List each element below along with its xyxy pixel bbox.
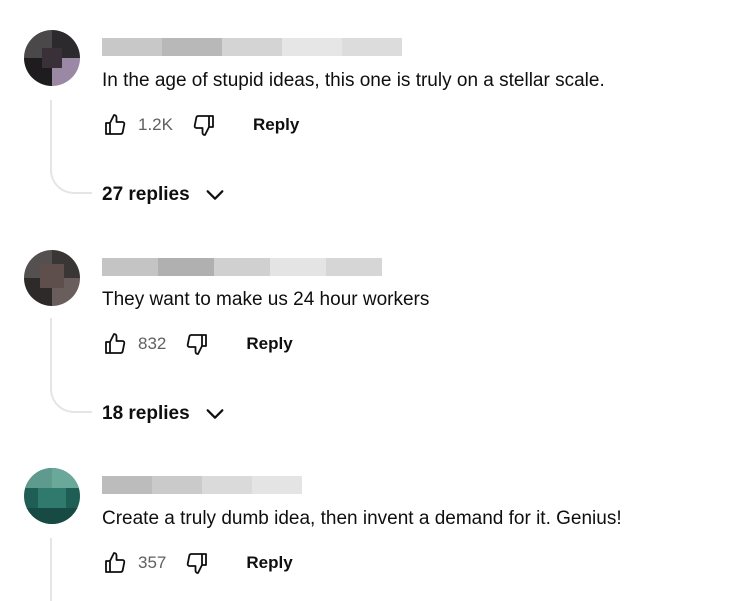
- avatar[interactable]: [24, 250, 80, 306]
- thumb-up-icon[interactable]: [102, 331, 128, 357]
- view-replies-button[interactable]: 18 replies: [102, 403, 226, 425]
- thumb-up-icon[interactable]: [102, 550, 128, 576]
- replies-count-label: 18 replies: [102, 403, 190, 424]
- like-count: 357: [138, 553, 167, 572]
- reply-button[interactable]: Reply: [246, 553, 292, 573]
- comment-text: In the age of stupid ideas, this one is …: [102, 70, 605, 91]
- replies-count-label: 27 replies: [102, 184, 190, 205]
- author-name-blurred[interactable]: [102, 38, 402, 56]
- view-replies-button[interactable]: 27 replies: [102, 184, 226, 206]
- thumb-down-icon[interactable]: [191, 112, 217, 138]
- thumb-up-icon[interactable]: [102, 112, 128, 138]
- avatar[interactable]: [24, 468, 80, 524]
- thumb-down-icon[interactable]: [184, 331, 210, 357]
- comment-text: Create a truly dumb idea, then invent a …: [102, 508, 622, 529]
- comment-actions: 832 Reply: [102, 329, 293, 359]
- thread-line: [50, 318, 92, 413]
- avatar[interactable]: [24, 30, 80, 86]
- author-name-blurred[interactable]: [102, 476, 302, 494]
- chevron-down-icon: [204, 184, 226, 206]
- chevron-down-icon: [204, 403, 226, 425]
- like-count: 832: [138, 334, 167, 353]
- thread-line: [50, 538, 52, 601]
- author-name-blurred[interactable]: [102, 258, 382, 276]
- reply-button[interactable]: Reply: [246, 334, 292, 354]
- reply-button[interactable]: Reply: [253, 115, 299, 135]
- thumb-down-icon[interactable]: [184, 550, 210, 576]
- like-count: 1.2K: [138, 115, 173, 134]
- comment-text: They want to make us 24 hour workers: [102, 289, 430, 310]
- comment-actions: 1.2K Reply: [102, 110, 299, 140]
- thread-line: [50, 100, 92, 194]
- comment-actions: 357 Reply: [102, 548, 293, 578]
